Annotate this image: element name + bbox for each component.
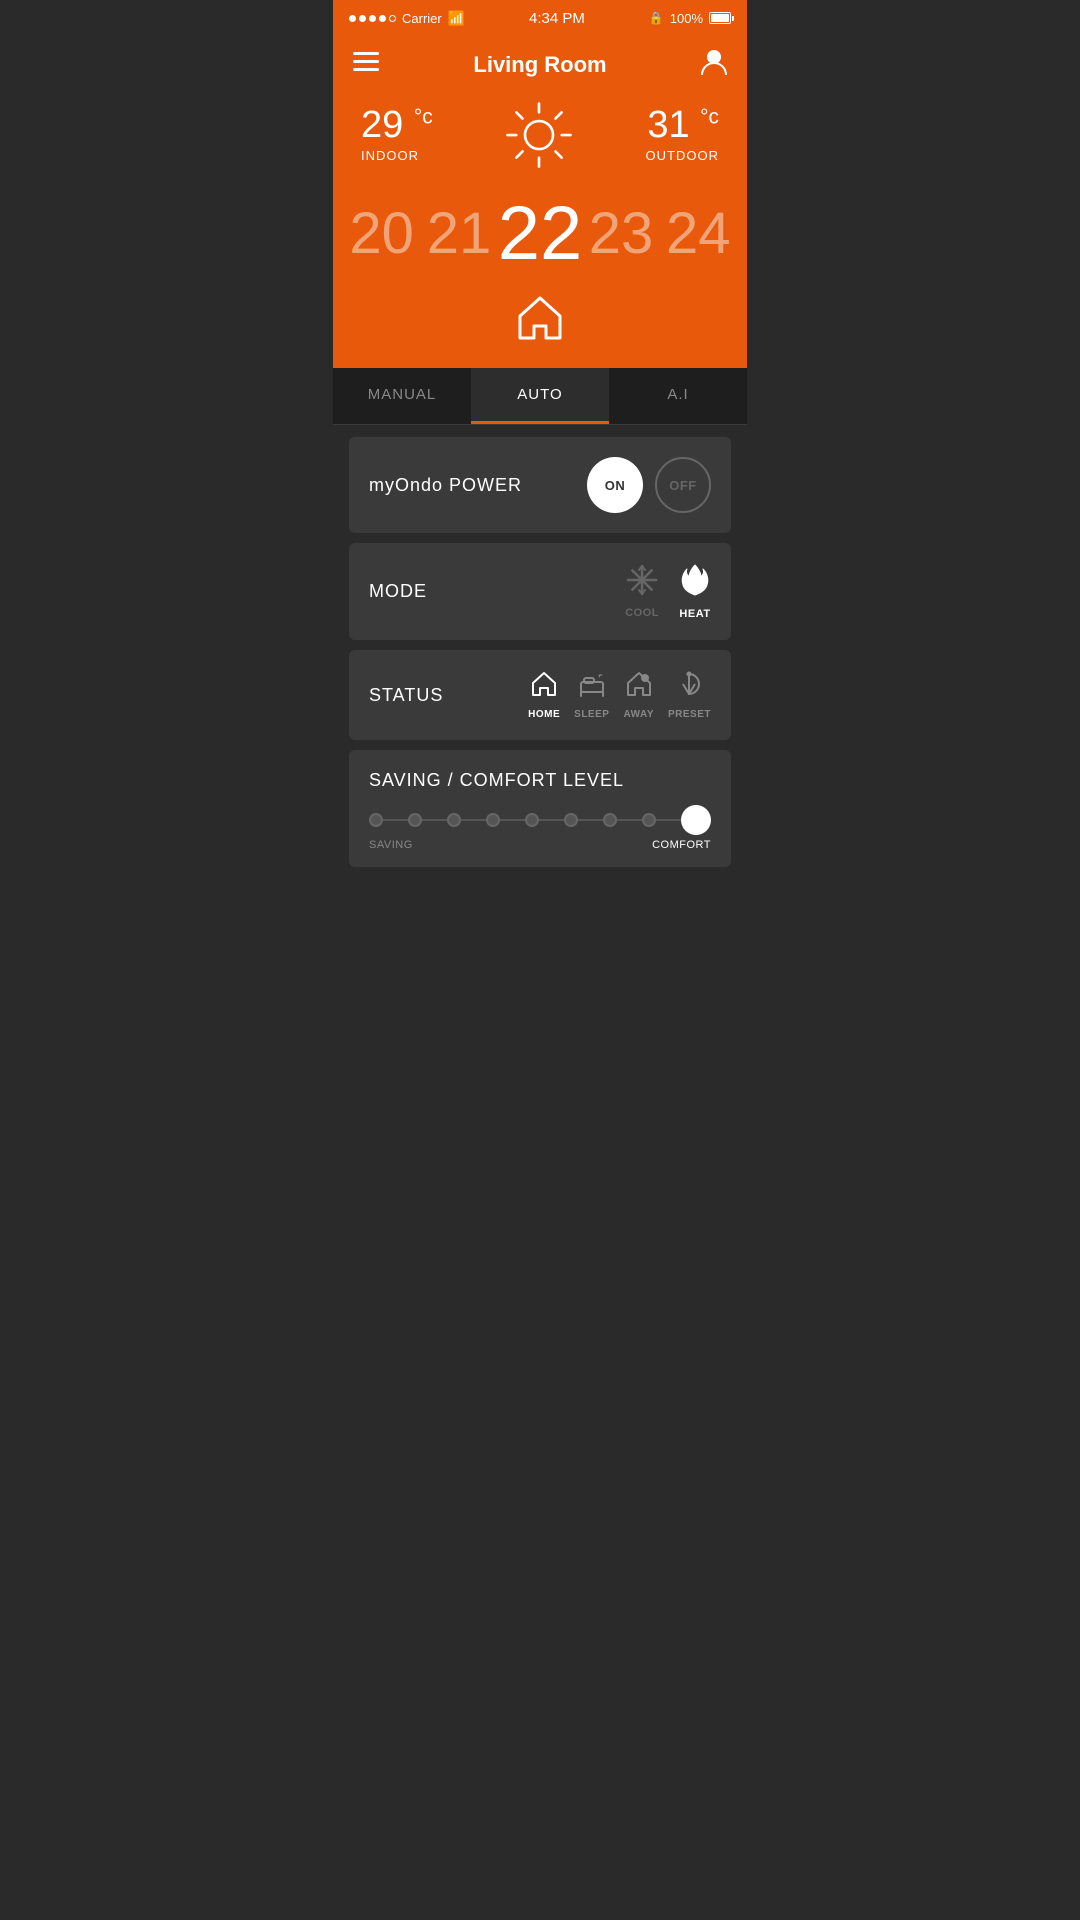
slider-handle[interactable] (681, 805, 711, 835)
mode-label: MODE (369, 581, 427, 602)
slider-dot-8 (642, 813, 656, 827)
wifi-icon: 📶 (448, 10, 465, 27)
user-icon[interactable] (701, 48, 727, 82)
outdoor-temp-label: OUTDOOR (646, 148, 719, 163)
page-title: Living Room (473, 52, 606, 78)
home-icon-section (333, 288, 747, 368)
status-left: Carrier 📶 (349, 10, 465, 27)
sleep-status-label: SLEEP (574, 709, 609, 720)
temp-option-21[interactable]: 21 (420, 205, 497, 263)
carrier-label: Carrier (402, 11, 442, 26)
comfort-sublabel: COMFORT (652, 839, 711, 851)
signal-dot-4 (379, 15, 386, 22)
snowflake-icon (626, 564, 658, 603)
mode-card: MODE COOL (349, 543, 731, 640)
power-toggle[interactable]: ON OFF (587, 457, 711, 513)
comfort-slider[interactable] (369, 809, 711, 831)
home-status-icon (530, 670, 558, 705)
cool-label: COOL (625, 607, 659, 619)
temp-option-20[interactable]: 20 (343, 205, 420, 263)
power-on-button[interactable]: ON (587, 457, 643, 513)
app-header: Living Room (333, 36, 747, 96)
mode-cool[interactable]: COOL (625, 564, 659, 619)
status-card: STATUS HOME (349, 650, 731, 740)
slider-dot-4 (486, 813, 500, 827)
battery-percent: 100% (670, 11, 703, 26)
mode-heat[interactable]: HEAT (679, 563, 711, 620)
away-status-label: AWAY (623, 709, 654, 720)
heat-label: HEAT (679, 608, 710, 620)
indoor-temp-block: 29 °c INDOOR (361, 106, 433, 163)
status-label: STATUS (369, 685, 443, 706)
menu-icon[interactable] (353, 52, 379, 78)
weather-section: 29 °c INDOOR 31 °c OUTDOOR (333, 96, 747, 186)
indoor-temp-label: INDOOR (361, 148, 433, 163)
status-sleep[interactable]: SLEEP (574, 670, 609, 720)
slider-dot-2 (408, 813, 422, 827)
temp-option-22-active[interactable]: 22 (498, 196, 583, 272)
tab-ai[interactable]: A.I (609, 368, 747, 424)
signal-dots (349, 15, 396, 22)
away-icon (625, 670, 653, 705)
signal-dot-2 (359, 15, 366, 22)
slider-dot-3 (447, 813, 461, 827)
status-right: 🔒 100% (649, 11, 731, 26)
power-off-button[interactable]: OFF (655, 457, 711, 513)
sun-icon (504, 100, 574, 170)
slider-dot-1 (369, 813, 383, 827)
temperature-picker[interactable]: 20 21 22 23 24 (333, 186, 747, 288)
power-label: myOndo POWER (369, 475, 522, 496)
tab-auto[interactable]: AUTO (471, 368, 609, 424)
temp-option-23[interactable]: 23 (582, 205, 659, 263)
outdoor-temp-block: 31 °c OUTDOOR (646, 106, 719, 163)
status-preset[interactable]: PRESET (668, 670, 711, 720)
controls-section: myOndo POWER ON OFF MODE (333, 425, 747, 879)
saving-sublabel: SAVING (369, 839, 413, 851)
preset-icon (675, 670, 703, 705)
sleep-icon (578, 670, 606, 705)
power-card: myOndo POWER ON OFF (349, 437, 731, 533)
slider-sublabels: SAVING COMFORT (369, 839, 711, 851)
slider-dot-6 (564, 813, 578, 827)
status-time: 4:34 PM (529, 10, 585, 27)
signal-dot-3 (369, 15, 376, 22)
battery-icon (709, 12, 731, 24)
tab-manual[interactable]: MANUAL (333, 368, 471, 424)
indoor-temp-value: 29 °c (361, 106, 433, 144)
preset-status-label: PRESET (668, 709, 711, 720)
mode-options: COOL HEAT (625, 563, 711, 620)
status-away[interactable]: AWAY (623, 670, 654, 720)
mode-tabs: MANUAL AUTO A.I (333, 368, 747, 425)
signal-dot-1 (349, 15, 356, 22)
outdoor-temp-value: 31 °c (646, 106, 719, 144)
status-bar: Carrier 📶 4:34 PM 🔒 100% (333, 0, 747, 36)
slider-dot-7 (603, 813, 617, 827)
temp-option-24[interactable]: 24 (660, 205, 737, 263)
saving-card: SAVING / COMFORT LEVEL SAVING COMFORT (349, 750, 731, 867)
status-options: HOME SLEEP (528, 670, 711, 720)
home-status-label: HOME (528, 709, 560, 720)
status-home[interactable]: HOME (528, 670, 560, 720)
slider-dot-5 (525, 813, 539, 827)
saving-label: SAVING / COMFORT LEVEL (369, 770, 711, 791)
flame-icon (679, 563, 711, 604)
lock-icon: 🔒 (649, 11, 664, 25)
signal-dot-5 (389, 15, 396, 22)
